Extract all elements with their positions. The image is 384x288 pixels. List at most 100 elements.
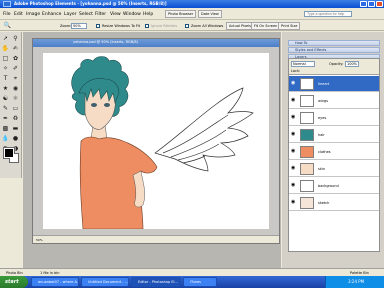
how-to-panel-header[interactable]: How To <box>288 40 380 46</box>
styles-effects-panel-header[interactable]: Styles and Effects <box>288 47 380 53</box>
layer-thumbnail <box>300 180 314 192</box>
opacity-label: Opacity: <box>329 62 344 66</box>
system-tray: 3:24 PM <box>325 276 384 288</box>
resize-windows-label: Resize Windows To Fit <box>102 24 140 28</box>
layer-name: wings <box>318 99 329 103</box>
magic-wand-tool-icon[interactable]: ✧ <box>1 64 10 73</box>
opacity-value-field[interactable]: 100% <box>345 61 359 67</box>
window-title: Adobe Photoshop Elements - [yohanna.psd … <box>14 1 167 6</box>
layer-row[interactable]: ◉ wings <box>289 93 379 109</box>
layer-name: skin <box>318 167 326 171</box>
taskbar: start anuanbot07 - where A... Untitled D… <box>0 276 384 288</box>
ignore-palettes-label: Ignore Palettes <box>151 24 178 28</box>
clone-stamp-icon[interactable]: ⚛ <box>11 94 20 103</box>
eye-icon[interactable]: ◉ <box>291 149 297 154</box>
eye-icon[interactable]: ◉ <box>291 98 297 103</box>
image-canvas[interactable] <box>43 53 269 229</box>
layer-thumbnail <box>300 163 314 175</box>
layer-row[interactable]: ◉ clothes <box>289 144 379 160</box>
red-eye-tool-icon[interactable]: ◉ <box>11 84 20 93</box>
blur-tool-icon[interactable]: 💧 <box>1 134 10 143</box>
photo-bin-bar: Photo Bin 1 file in bin Palette Bin <box>0 268 384 276</box>
zoom-all-windows-checkbox[interactable] <box>185 24 189 28</box>
photo-bin-label[interactable]: Photo Bin <box>6 271 23 275</box>
photo-browser-button[interactable]: Photo Browser <box>165 10 197 18</box>
eye-icon[interactable]: ◉ <box>291 115 297 120</box>
eraser-tool-icon[interactable]: ▭ <box>11 104 20 113</box>
eyedropper-tool-icon[interactable]: ✍ <box>11 44 20 53</box>
palette-bin-label[interactable]: Palette Bin <box>350 271 369 275</box>
help-search-input[interactable] <box>304 11 352 17</box>
cookie-cutter-icon[interactable]: ★ <box>1 84 10 93</box>
close-button[interactable] <box>376 1 383 7</box>
gradient-tool-icon[interactable]: ▩ <box>1 124 10 133</box>
menu-help[interactable]: Help <box>143 12 153 17</box>
shape-tool-icon[interactable]: ▬ <box>11 124 20 133</box>
zoom-label: Zoom: <box>60 24 72 28</box>
maximize-button[interactable] <box>368 1 375 7</box>
layer-row[interactable]: ◉ hair <box>289 127 379 143</box>
layer-row[interactable]: ◉ lineart <box>289 76 379 92</box>
marquee-tool-icon[interactable]: □ <box>1 54 10 63</box>
layer-row[interactable]: ◉ skin <box>289 161 379 177</box>
zoom-value-field[interactable]: 50% <box>71 23 87 29</box>
lock-label: Lock: <box>291 69 301 73</box>
fit-on-screen-button[interactable]: Fit On Screen <box>251 22 281 30</box>
zoom-tool-icon[interactable]: ⚲ <box>11 34 20 43</box>
layer-thumbnail <box>300 95 314 107</box>
layers-options: Normal Opacity: 100% Lock: <box>289 59 379 75</box>
crop-tool-icon[interactable]: ⌖ <box>11 74 20 83</box>
menu-image[interactable]: Image <box>26 12 40 17</box>
zoom-tool-icon: 🔍 <box>3 22 12 29</box>
print-size-button[interactable]: Print Size <box>278 22 301 30</box>
date-view-button[interactable]: Date View <box>198 10 222 18</box>
menu-window[interactable]: Window <box>123 12 141 17</box>
ignore-palettes-checkbox[interactable] <box>145 24 149 28</box>
eye-icon[interactable]: ◉ <box>291 166 297 171</box>
foreground-color-swatch-front[interactable] <box>4 148 14 158</box>
menu-edit[interactable]: Edit <box>14 12 23 17</box>
minimize-button[interactable] <box>360 1 367 7</box>
blend-mode-select[interactable]: Normal <box>291 61 315 67</box>
eye-icon[interactable]: ◉ <box>291 81 297 86</box>
menu-select[interactable]: Select <box>79 12 93 17</box>
selection-brush-icon[interactable]: ✐ <box>11 64 20 73</box>
menu-file[interactable]: File <box>3 12 11 17</box>
shirt <box>79 136 158 229</box>
layer-row[interactable]: ◉ eyes <box>289 110 379 126</box>
actual-pixels-button[interactable]: Actual Pixels <box>226 22 254 30</box>
sponge-tool-icon[interactable]: ● <box>11 134 20 143</box>
eye-icon[interactable]: ◉ <box>291 200 297 205</box>
eye-icon[interactable]: ◉ <box>291 183 297 188</box>
taskbar-item[interactable]: anuanbot07 - where A... <box>31 277 79 287</box>
taskbar-item[interactable]: Editor - Photoshop El... <box>131 277 181 287</box>
eye-icon[interactable]: ◉ <box>291 132 297 137</box>
document-title: yohanna.psd @ 50% (Inserts, RGB/8) <box>73 40 138 44</box>
layer-row[interactable]: ◉ sketch <box>289 195 379 211</box>
hand-tool-icon[interactable]: ✋ <box>1 44 10 53</box>
artwork <box>71 56 254 229</box>
menu-enhance[interactable]: Enhance <box>42 12 61 17</box>
layers-panel: Normal Opacity: 100% Lock: ◉ lineart ◉ w… <box>288 58 380 252</box>
document-zoom-readout: 50% <box>36 238 43 242</box>
layer-name: eyes <box>318 116 327 120</box>
brush-tool-icon[interactable]: ✒ <box>1 114 10 123</box>
pencil-tool-icon[interactable]: ✎ <box>1 104 10 113</box>
healing-brush-icon[interactable]: ☯ <box>1 94 10 103</box>
move-tool-icon[interactable]: ➚ <box>1 34 10 43</box>
layer-thumbnail <box>300 129 314 141</box>
menu-filter[interactable]: Filter <box>95 12 106 17</box>
zoom-all-windows-label: Zoom All Windows <box>191 24 224 28</box>
type-tool-icon[interactable]: T <box>1 74 10 83</box>
lasso-tool-icon[interactable]: ✿ <box>11 54 20 63</box>
paint-bucket-icon[interactable]: ♻ <box>11 114 20 123</box>
start-button[interactable]: start <box>0 276 28 288</box>
clock[interactable]: 3:24 PM <box>348 279 364 284</box>
taskbar-item[interactable]: iTunes <box>183 277 217 287</box>
photo-bin-info: 1 file in bin <box>40 271 60 275</box>
taskbar-item[interactable]: Untitled Document - ... <box>81 277 129 287</box>
resize-windows-checkbox[interactable] <box>96 24 100 28</box>
menu-view[interactable]: View <box>110 12 121 17</box>
menu-layer[interactable]: Layer <box>64 12 77 17</box>
layer-row[interactable]: ◉ background <box>289 178 379 194</box>
